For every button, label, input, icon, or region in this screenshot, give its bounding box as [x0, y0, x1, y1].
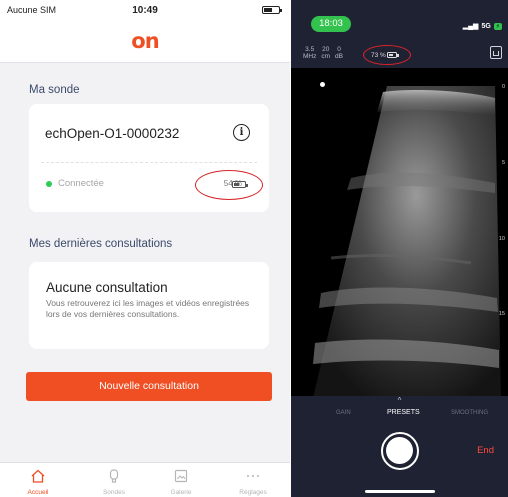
tab-label: Sondes: [102, 489, 126, 496]
param-value: 3.5: [305, 46, 315, 53]
battery-highlight-annotation: [363, 45, 411, 65]
param-value: 0: [337, 46, 341, 53]
battery-highlight-annotation: [195, 170, 263, 200]
card-divider: [41, 162, 257, 163]
home-icon: [31, 469, 45, 483]
tab-bar: Accueil Sondes Galerie Réglages: [0, 462, 290, 497]
ultrasound-image[interactable]: [291, 68, 508, 398]
depth-mark: 15: [498, 311, 505, 317]
gallery-icon[interactable]: [490, 46, 502, 59]
status-time: 10:49: [132, 5, 158, 16]
tab-label: Réglages: [239, 489, 267, 496]
probe-icon: [109, 469, 119, 483]
empty-consultations-desc: Vous retrouverez ici les images et vidéo…: [46, 298, 250, 319]
depth-mark: 10: [498, 236, 505, 242]
param-value: 20: [322, 46, 330, 53]
scanner-header: 18:03 ▂▄▆ 5G ⚡ 3.5 MHz20 cm0 dB 73 %: [291, 0, 508, 68]
probe-section-title: Ma sonde: [29, 84, 80, 96]
tab-reglages[interactable]: Réglages: [224, 463, 282, 497]
empty-consultations-title: Aucune consultation: [46, 280, 168, 295]
charging-battery-icon: ⚡: [493, 23, 502, 30]
chevron-up-icon[interactable]: ^: [291, 396, 508, 405]
signal-bars-icon: ▂▄▆: [462, 23, 479, 30]
status-bar: Aucune SIM 10:49: [0, 0, 290, 22]
tab-sondes[interactable]: Sondes: [85, 463, 143, 497]
connected-status-dot: [46, 181, 52, 187]
info-icon[interactable]: i: [233, 124, 250, 141]
mode-smoothing[interactable]: SMOOTHING: [451, 410, 488, 416]
status-time-pill: 18:03: [311, 16, 351, 32]
param-depth: 20 cm: [321, 46, 330, 60]
tab-accueil[interactable]: Accueil: [9, 463, 67, 497]
param-unit: MHz: [303, 53, 317, 60]
orientation-marker: [320, 82, 325, 87]
end-button[interactable]: End: [477, 445, 494, 456]
signal-status: ▂▄▆ 5G ⚡: [463, 22, 502, 30]
tab-label: Accueil: [27, 489, 49, 496]
param-frequency: 3.5 MHz: [303, 46, 316, 60]
acquisition-params: 3.5 MHz 20 cm 0 dB: [303, 46, 348, 60]
home-indicator: [365, 490, 435, 493]
depth-mark: 5: [501, 160, 505, 166]
app-header: Aucune SIM 10:49 on: [0, 0, 290, 63]
battery-icon: [262, 6, 282, 14]
depth-mark: 0: [501, 84, 505, 90]
left-phone-screen: Aucune SIM 10:49 on Ma sonde echOpen-O1-…: [0, 0, 290, 497]
tab-galerie[interactable]: Galerie: [152, 463, 210, 497]
tab-label: Galerie: [170, 489, 192, 496]
capture-button[interactable]: [381, 432, 419, 470]
probe-name: echOpen-O1-0000232: [45, 126, 180, 141]
consultations-section-title: Mes dernières consultations: [29, 238, 173, 250]
right-phone-screen: 18:03 ▂▄▆ 5G ⚡ 3.5 MHz20 cm0 dB 73 % 0 5…: [291, 0, 508, 497]
param-unit: dB: [335, 53, 343, 60]
param-unit: cm: [321, 53, 331, 60]
mode-gain[interactable]: GAIN: [336, 410, 351, 416]
probe-card[interactable]: echOpen-O1-0000232 i Connectée 54 %: [29, 104, 269, 212]
mode-presets[interactable]: PRESETS: [387, 409, 420, 416]
more-dots-icon: [247, 475, 259, 477]
param-gain: 0 dB: [335, 46, 343, 60]
network-label: 5G: [481, 23, 491, 30]
consultations-card: Aucune consultation Vous retrouverez ici…: [29, 262, 269, 349]
app-logo: on: [131, 29, 159, 53]
gallery-icon: [174, 469, 188, 483]
ultrasound-sector-graphic: [313, 86, 501, 398]
new-consultation-button[interactable]: Nouvelle consultation: [26, 372, 272, 401]
connection-status: Connectée: [58, 178, 104, 189]
